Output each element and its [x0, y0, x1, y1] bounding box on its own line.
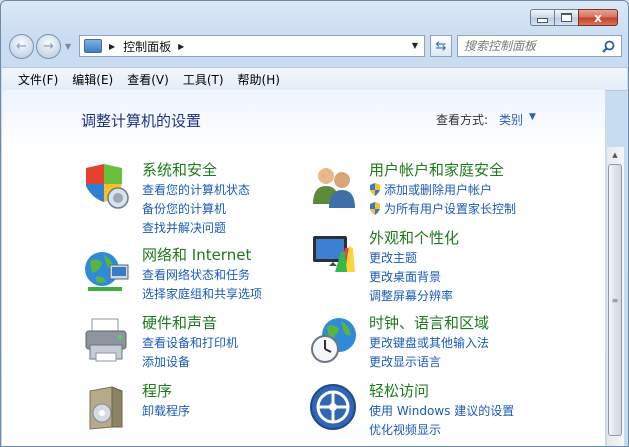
menu-view[interactable]: 查看(V)	[120, 71, 176, 88]
breadcrumb-chevron-icon[interactable]: ▶	[109, 42, 115, 51]
refresh-button[interactable]: ⇆	[430, 35, 452, 57]
category-title[interactable]: 外观和个性化	[369, 227, 459, 248]
address-dropdown-icon[interactable]: ▼	[412, 41, 418, 50]
task-link[interactable]: 备份您的计算机	[142, 200, 250, 219]
recent-pages-dropdown[interactable]: ▼	[65, 42, 71, 51]
task-link[interactable]: 优化视频显示	[369, 421, 514, 440]
maximize-button[interactable]	[554, 9, 578, 26]
category-title[interactable]: 程序	[142, 380, 172, 401]
back-button[interactable]: ←	[9, 34, 34, 59]
appearance-monitor-icon[interactable]	[309, 230, 359, 280]
task-link[interactable]: 更改键盘或其他输入法	[369, 334, 489, 353]
search-box	[457, 35, 622, 57]
view-by-label: 查看方式:	[436, 113, 489, 127]
category-title[interactable]: 系统和安全	[142, 159, 217, 180]
category-title[interactable]: 时钟、语言和区域	[369, 312, 489, 333]
task-link[interactable]: 更改桌面背景	[369, 268, 453, 287]
task-link[interactable]: 查找并解决问题	[142, 219, 250, 238]
refresh-icon: ⇆	[435, 38, 447, 54]
clock-globe-icon[interactable]	[309, 315, 359, 365]
menu-tools[interactable]: 工具(T)	[176, 71, 231, 88]
printer-icon[interactable]	[82, 315, 132, 365]
close-icon: x	[594, 10, 602, 25]
vertical-scrollbar[interactable]: ▲ ≡	[606, 147, 624, 446]
close-button[interactable]: x	[578, 9, 618, 26]
back-arrow-icon: ←	[16, 39, 27, 54]
caption-buttons: x	[530, 9, 618, 28]
view-by-chevron-icon[interactable]: ▼	[529, 112, 536, 122]
ease-of-access-icon[interactable]	[309, 383, 359, 433]
task-link[interactable]: 更改主题	[369, 249, 453, 268]
search-icon[interactable]	[602, 40, 615, 53]
control-panel-icon	[84, 39, 102, 53]
uac-shield-icon	[370, 183, 380, 196]
uac-shield-icon	[370, 202, 380, 215]
network-globe-icon[interactable]	[82, 247, 132, 297]
task-link[interactable]: 添加设备	[142, 353, 238, 372]
scroll-up-arrow-icon[interactable]: ▲	[607, 147, 623, 163]
minimize-button[interactable]	[530, 9, 554, 26]
control-panel-window: x ← → ▼ ▶ 控制面板 ▶ ▼ ⇆ 文件(F) 编辑(E) 查看(V) 工…	[0, 0, 629, 447]
task-link-label: 添加或删除用户帐户	[384, 183, 493, 197]
content-pane: 调整计算机的设置 查看方式: 类别 ▼ 系统和安全 查看您的计算机状态 备份您的…	[2, 90, 605, 446]
task-link[interactable]: 添加或删除用户帐户	[369, 181, 516, 200]
programs-box-icon[interactable]	[82, 383, 132, 433]
task-link[interactable]: 调整屏幕分辨率	[369, 287, 453, 306]
task-link[interactable]: 查看设备和打印机	[142, 334, 238, 353]
scroll-thumb[interactable]: ≡	[608, 164, 622, 436]
forward-button[interactable]: →	[36, 34, 61, 59]
task-link[interactable]: 卸载程序	[142, 402, 190, 421]
minimize-icon	[537, 18, 548, 23]
task-link[interactable]: 为所有用户设置家长控制	[369, 200, 516, 219]
category-title[interactable]: 用户帐户和家庭安全	[369, 159, 504, 180]
category-title[interactable]: 硬件和声音	[142, 312, 217, 333]
maximize-icon	[561, 13, 572, 22]
breadcrumb-chevron-icon[interactable]: ▶	[178, 42, 184, 51]
search-input[interactable]	[462, 38, 596, 54]
task-link[interactable]: 使用 Windows 建议的设置	[369, 402, 514, 421]
category-title[interactable]: 轻松访问	[369, 380, 429, 401]
navigation-bar: ← → ▼ ▶ 控制面板 ▶ ▼ ⇆	[9, 34, 622, 60]
security-shield-icon[interactable]	[82, 162, 132, 212]
menu-bar: 文件(F) 编辑(E) 查看(V) 工具(T) 帮助(H)	[2, 67, 627, 91]
task-link[interactable]: 选择家庭组和共享选项	[142, 285, 262, 304]
task-link[interactable]: 查看网络状态和任务	[142, 266, 262, 285]
category-title[interactable]: 网络和 Internet	[142, 244, 251, 265]
menu-help[interactable]: 帮助(H)	[231, 71, 287, 88]
page-title: 调整计算机的设置	[81, 112, 202, 130]
view-by-dropdown[interactable]: 类别	[499, 111, 523, 128]
menu-file[interactable]: 文件(F)	[2, 71, 65, 88]
task-link[interactable]: 更改显示语言	[369, 353, 489, 372]
forward-arrow-icon: →	[43, 39, 54, 54]
task-link-label: 为所有用户设置家长控制	[384, 202, 517, 216]
task-link[interactable]: 查看您的计算机状态	[142, 181, 250, 200]
menu-edit[interactable]: 编辑(E)	[65, 71, 120, 88]
breadcrumb-control-panel[interactable]: 控制面板	[123, 38, 171, 55]
user-accounts-icon[interactable]	[309, 162, 359, 212]
address-bar[interactable]: ▶ 控制面板 ▶ ▼	[79, 35, 425, 57]
